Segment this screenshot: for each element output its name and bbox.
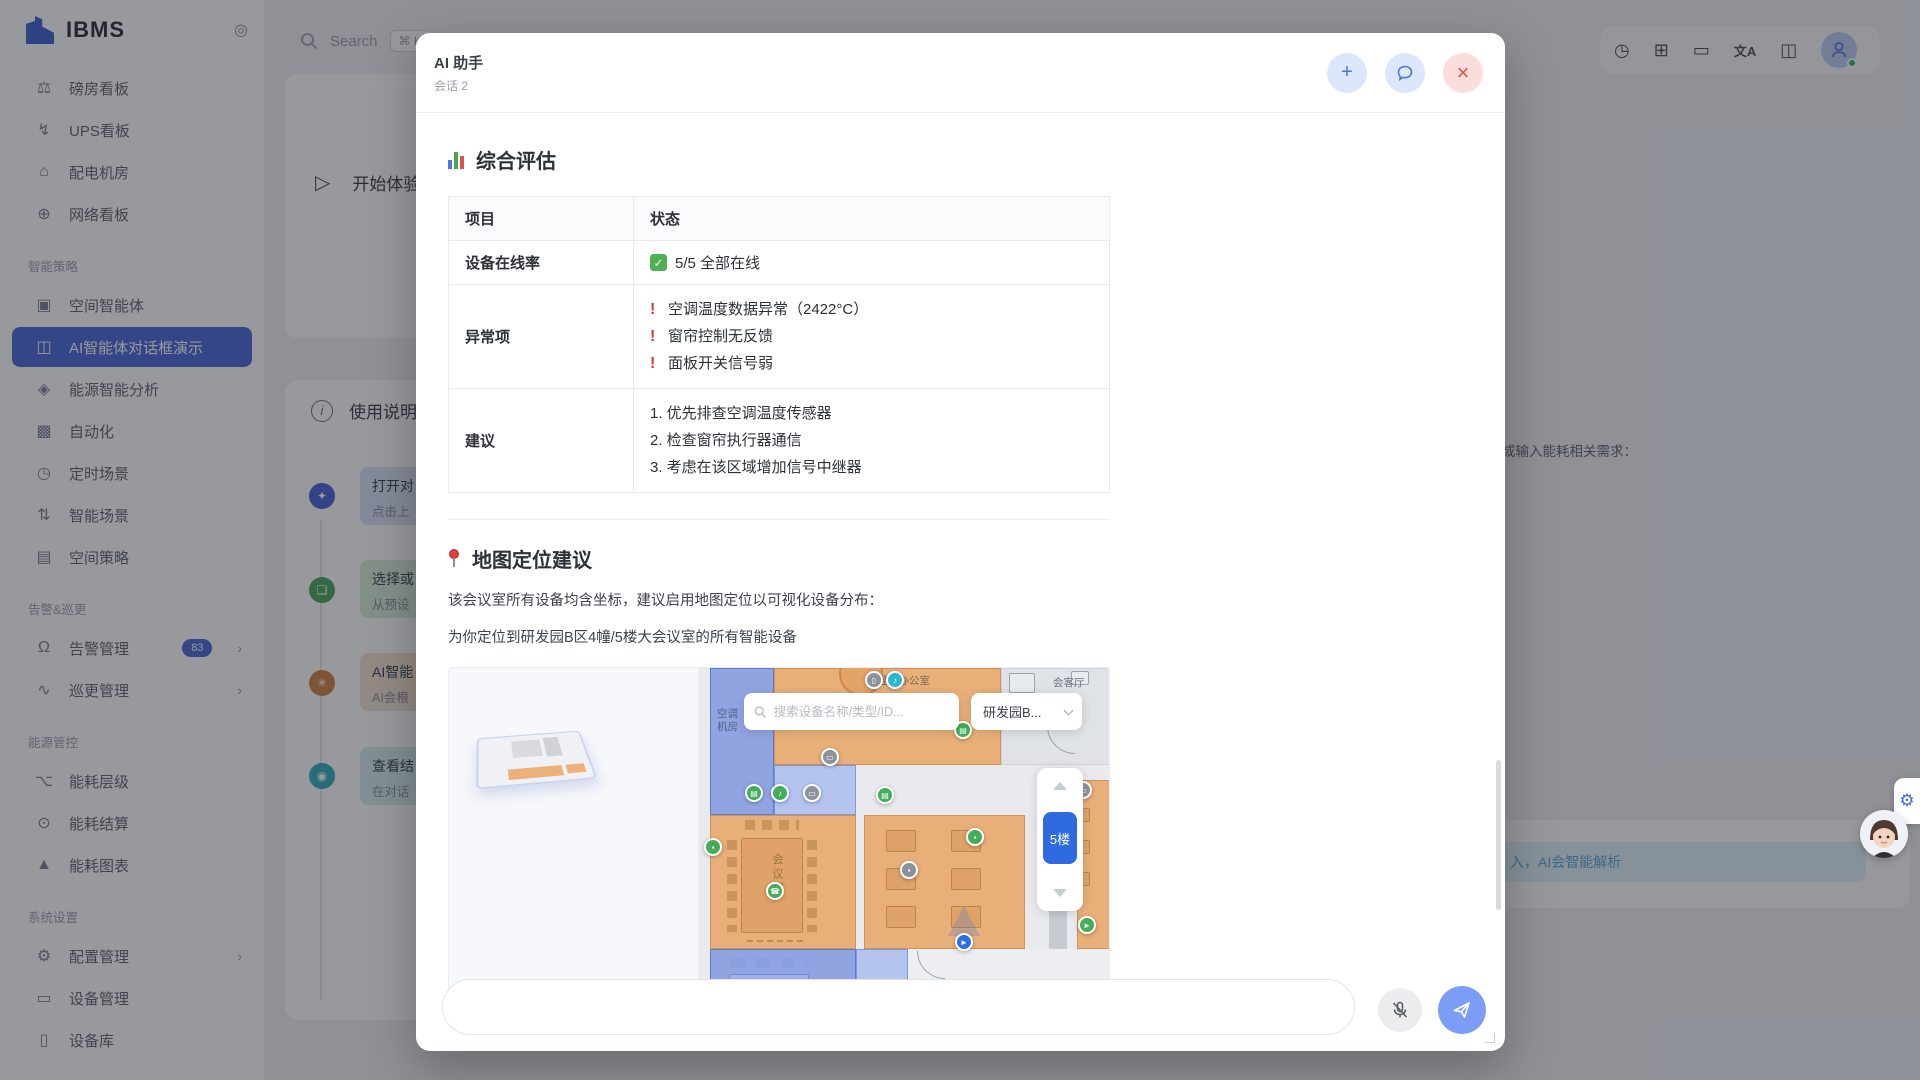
device-marker-trash-device[interactable]: ▯	[865, 671, 883, 689]
room-label-lounge: 会客厅	[1053, 675, 1085, 690]
send-button[interactable]	[1438, 986, 1486, 1034]
device-marker-speaker-device[interactable]: ♪	[886, 671, 904, 689]
digital-assistant-avatar[interactable]	[1860, 810, 1908, 858]
floor-up-icon[interactable]	[1053, 782, 1067, 790]
device-marker-speaker-device-2[interactable]: ♪	[771, 784, 789, 802]
device-marker-display-device[interactable]: ▭	[803, 784, 821, 802]
ai-assistant-modal: AI 助手 会话 2 + × 综合评估 项目 状态	[416, 33, 1505, 1051]
row-item-online-rate: 设备在线率	[449, 241, 634, 285]
exclamation-icon: !	[650, 350, 660, 377]
row-item-abnormal: 异常项	[449, 285, 634, 389]
floor-selector: 5楼	[1037, 768, 1083, 911]
resize-corner[interactable]	[1485, 1033, 1495, 1043]
floor-down-icon[interactable]	[1053, 889, 1067, 897]
camera-view-cone	[948, 906, 980, 936]
new-session-button[interactable]: +	[1327, 53, 1367, 93]
device-marker-lock-device[interactable]: ▪	[966, 828, 984, 846]
table-row: 建议 1. 优先排查空调温度传感器2. 检查窗帘执行器通信3. 考虑在该区域增加…	[449, 389, 1110, 493]
device-marker-pad-device[interactable]: ▤	[745, 784, 763, 802]
chevron-down-icon	[1064, 705, 1074, 715]
floor-map[interactable]: 空调机房 总经理办公室 会客厅 会议室 ▯♪▤▭▤♪▭▤▪▪▪☎▭►► 研发园B…	[448, 667, 1110, 993]
bar-chart-icon	[448, 151, 464, 169]
abnormal-line: !空调温度数据异常（2422°C）	[650, 296, 1093, 323]
building-selector-value: 研发园B...	[983, 702, 1042, 721]
modal-scrollbar[interactable]	[1496, 760, 1501, 910]
device-marker-phone-device[interactable]: ☎	[766, 882, 784, 900]
device-marker-sensor-device-3[interactable]: ▪	[704, 838, 722, 856]
search-icon	[754, 705, 767, 719]
table-row: 设备在线率 ✓ 5/5 全部在线	[449, 241, 1110, 285]
floor-button[interactable]: 5楼	[1043, 812, 1077, 864]
suggestion-line: 2. 检查窗帘执行器通信	[650, 427, 1093, 454]
send-plane-icon	[1451, 999, 1473, 1021]
office-desk	[886, 830, 916, 852]
map-device-search[interactable]	[744, 693, 959, 730]
meeting-chairs-right	[807, 840, 817, 932]
exclamation-icon: !	[650, 296, 660, 323]
meeting-chairs-top	[745, 820, 799, 830]
map-3d-panel	[449, 668, 699, 993]
device-marker-sensor-device-2[interactable]: ▤	[876, 786, 894, 804]
suggestion-line: 1. 优先排查空调温度传感器	[650, 400, 1093, 427]
lounge-sofa	[1009, 673, 1035, 693]
modal-header: AI 助手 会话 2 + ×	[416, 33, 1505, 113]
floorplan-3d-thumbnail[interactable]	[476, 731, 597, 790]
close-modal-button[interactable]: ×	[1443, 53, 1483, 93]
office-desk	[951, 868, 981, 890]
building-selector[interactable]: 研发园B...	[971, 693, 1082, 730]
app-root: IBMS ◎ ⚖磅房看板↯UPS看板⌂配电机房⊕网络看板智能策略▣空间智能体◫A…	[0, 0, 1920, 1080]
map-section-title: 地图定位建议	[448, 544, 1505, 573]
section-divider	[448, 519, 1110, 520]
modal-title: AI 助手	[434, 52, 1309, 73]
map-pin-icon	[448, 549, 460, 568]
row-item-suggestions: 建议	[449, 389, 634, 493]
abnormal-line: !面板开关信号弱	[650, 350, 1093, 377]
table-row: 异常项 !空调温度数据异常（2422°C）!窗帘控制无反馈!面板开关信号弱	[449, 285, 1110, 389]
device-marker-camera-device[interactable]: ►	[1078, 916, 1096, 934]
meeting-chairs-left	[727, 840, 737, 932]
mic-muted-button[interactable]	[1378, 988, 1422, 1032]
device-marker-camera-device-3d[interactable]: ►	[955, 933, 973, 951]
assistant-girl-icon	[1860, 810, 1908, 858]
gear-icon: ⚙	[1899, 791, 1914, 811]
device-marker-lock-device-2[interactable]: ▪	[900, 861, 918, 879]
online-rate-status: 5/5 全部在线	[675, 252, 760, 273]
map-paragraph-1: 该会议室所有设备均含坐标，建议启用地图定位以可视化设备分布：	[448, 589, 1148, 610]
sessions-button[interactable]	[1385, 53, 1425, 93]
session-label: 会话 2	[434, 77, 1309, 94]
col-header-item: 项目	[449, 197, 634, 241]
check-icon: ✓	[650, 254, 667, 271]
map-paragraph-2: 为你定位到研发园B区4幢/5楼大会议室的所有智能设备	[448, 626, 1148, 647]
exclamation-icon: !	[650, 323, 660, 350]
office-desk	[886, 906, 916, 928]
suggestion-line: 3. 考虑在该区域增加信号中继器	[650, 454, 1093, 481]
message-input[interactable]	[442, 979, 1355, 1035]
room-label-hvac: 空调机房	[717, 708, 739, 734]
col-header-status: 状态	[634, 197, 1110, 241]
chat-bubble-icon	[1396, 64, 1414, 82]
assessment-section-title: 综合评估	[448, 145, 1505, 174]
room-hvac	[710, 668, 774, 815]
map-search-input[interactable]	[774, 705, 949, 719]
abnormal-line: !窗帘控制无反馈	[650, 323, 1093, 350]
assessment-table: 项目 状态 设备在线率 ✓ 5/5 全部在线 异常项 !空调温度数据异常（242…	[448, 196, 1110, 493]
bottom-room-chairs	[731, 958, 807, 968]
device-marker-monitor-device[interactable]: ▭	[821, 748, 839, 766]
mic-off-icon	[1390, 1000, 1410, 1020]
modal-body: 综合评估 项目 状态 设备在线率 ✓ 5/5 全部在线	[416, 113, 1505, 993]
meeting-room-dash	[747, 940, 803, 942]
